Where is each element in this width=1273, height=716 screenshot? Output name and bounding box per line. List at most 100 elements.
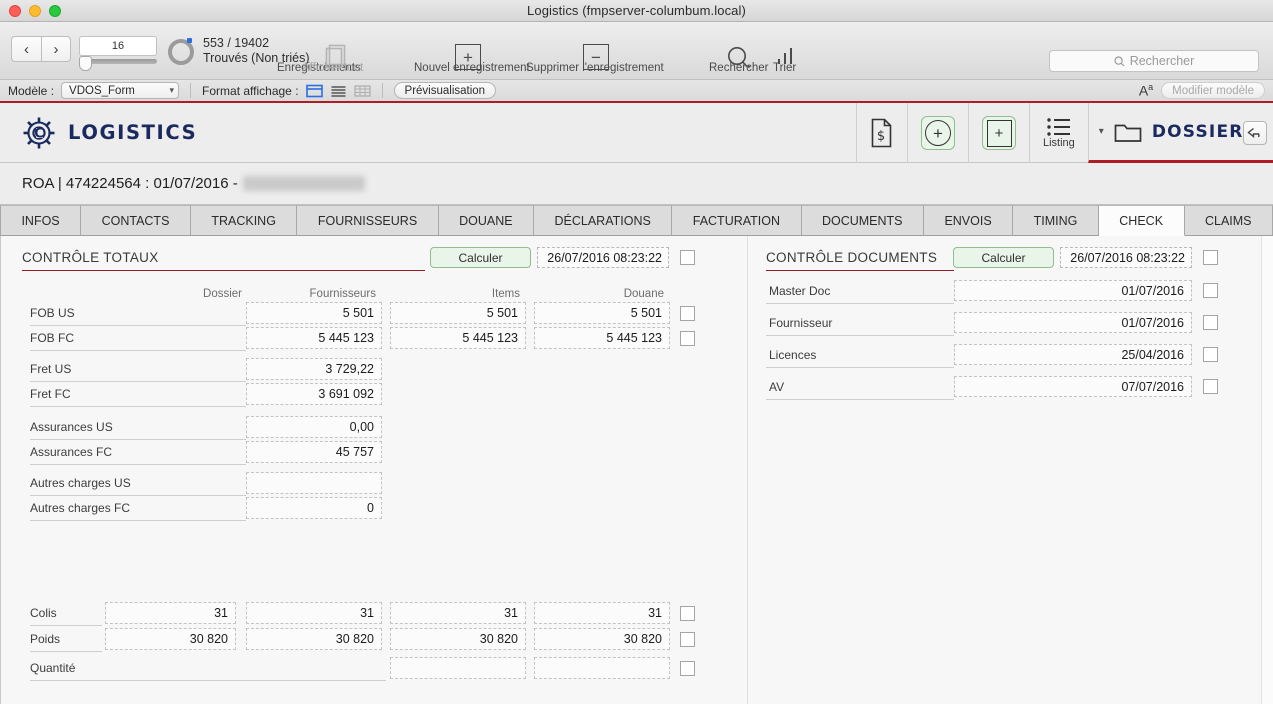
- undo-button[interactable]: [1243, 121, 1267, 145]
- checkbox-fournisseur[interactable]: [1203, 315, 1218, 330]
- search-box[interactable]: Rechercher: [1049, 50, 1259, 72]
- doc-underline: [766, 367, 954, 368]
- field-colis-fournisseurs[interactable]: 31: [246, 602, 382, 624]
- duplicate-record-button-frame: +: [982, 116, 1016, 150]
- checkbox-quantite[interactable]: [680, 661, 695, 676]
- row-label-fob-us: FOB US: [30, 306, 75, 320]
- checkbox-av[interactable]: [1203, 379, 1218, 394]
- field-colis-douane[interactable]: 31: [534, 602, 670, 624]
- previous-record-button[interactable]: ‹: [11, 36, 41, 62]
- tab-envois[interactable]: ENVOIS: [923, 205, 1014, 235]
- doc-field-fournisseur[interactable]: 01/07/2016: [954, 312, 1192, 333]
- layout-select-value: VDOS_Form: [69, 84, 135, 97]
- form-view-icon[interactable]: [305, 84, 323, 98]
- totals-calculate-button[interactable]: Calculer: [430, 247, 531, 268]
- divider: [381, 83, 383, 98]
- undo-arrow-icon: [1247, 127, 1260, 138]
- window-titlebar: Logistics (fmpserver-columbum.local): [0, 0, 1273, 22]
- tab-fournisseurs[interactable]: FOURNISSEURS: [297, 205, 439, 235]
- tab-timing[interactable]: TIMING: [1013, 205, 1099, 235]
- checkbox-master-doc[interactable]: [1203, 283, 1218, 298]
- tab-facturation[interactable]: FACTURATION: [672, 205, 802, 235]
- app-header: C LOGISTICS $ + + Listing ▾ DOSSIERS: [0, 103, 1273, 163]
- field-fret-us-fournisseurs[interactable]: 3 729,22: [246, 358, 382, 380]
- doc-field-licences[interactable]: 25/04/2016: [954, 344, 1192, 365]
- row-underline: [30, 625, 102, 626]
- found-set-pie-icon[interactable]: [168, 37, 194, 65]
- field-autres-charges-us-fournisseurs[interactable]: [246, 472, 382, 494]
- checkbox-licences[interactable]: [1203, 347, 1218, 362]
- row-underline: [30, 680, 386, 681]
- tab-contacts[interactable]: CONTACTS: [81, 205, 191, 235]
- next-record-button[interactable]: ›: [41, 36, 71, 62]
- field-fret-fc-fournisseurs[interactable]: 3 691 092: [246, 383, 382, 405]
- tab-douane[interactable]: DOUANE: [438, 205, 535, 235]
- preview-button[interactable]: Prévisualisation: [393, 82, 497, 99]
- window-title: Logistics (fmpserver-columbum.local): [527, 3, 746, 18]
- field-colis-items[interactable]: 31: [390, 602, 526, 624]
- field-quantite-items[interactable]: [390, 657, 526, 679]
- add-record-button[interactable]: +: [907, 103, 968, 163]
- row-label-fob-fc: FOB FC: [30, 331, 74, 345]
- documents-timestamp-field[interactable]: 26/07/2016 08:23:22: [1060, 247, 1192, 268]
- totals-timestamp-field[interactable]: 26/07/2016 08:23:22: [537, 247, 669, 268]
- invoice-button[interactable]: $: [856, 103, 907, 163]
- duplicate-record-button[interactable]: +: [968, 103, 1029, 163]
- check-panel: CONTRÔLE TOTAUX Calculer 26/07/2016 08:2…: [0, 236, 1273, 704]
- field-poids-dossier[interactable]: 30 820: [105, 628, 236, 650]
- record-title: ROA | 474224564 : 01/07/2016 -: [22, 175, 238, 192]
- field-colis-dossier[interactable]: 31: [105, 602, 236, 624]
- field-fob-us-douane[interactable]: 5 501: [534, 302, 670, 324]
- doc-label-licences: Licences: [769, 348, 817, 362]
- field-fob-us-items[interactable]: 5 501: [390, 302, 526, 324]
- text-format-icon[interactable]: Aa: [1139, 82, 1153, 99]
- doc-field-av[interactable]: 07/07/2016: [954, 376, 1192, 397]
- checkbox-fob-fc[interactable]: [680, 331, 695, 346]
- listing-button[interactable]: Listing: [1029, 103, 1088, 163]
- vertical-scrollbar[interactable]: [1261, 236, 1273, 704]
- tab-declarations[interactable]: DÉCLARATIONS: [534, 205, 673, 235]
- list-view-icon[interactable]: [330, 84, 347, 98]
- new-record-caption: Nouvel enregistrement: [414, 62, 530, 74]
- field-fob-fc-fournisseurs[interactable]: 5 445 123: [246, 327, 382, 349]
- totals-header-checkbox[interactable]: [680, 250, 695, 265]
- table-view-icon[interactable]: [353, 84, 371, 98]
- record-slider-thumb[interactable]: [79, 56, 92, 71]
- layout-select[interactable]: VDOS_Form ▾: [61, 82, 180, 99]
- checkbox-colis[interactable]: [680, 606, 695, 621]
- checkbox-poids[interactable]: [680, 632, 695, 647]
- view-format-label: Format affichage :: [202, 83, 299, 98]
- tab-infos[interactable]: INFOS: [0, 205, 82, 235]
- found-count: 553 / 19402: [203, 36, 270, 50]
- checkbox-fob-us[interactable]: [680, 306, 695, 321]
- row-label-autres-charges-us: Autres charges US: [30, 476, 131, 490]
- field-fob-us-fournisseurs[interactable]: 5 501: [246, 302, 382, 324]
- doc-label-av: AV: [769, 380, 785, 394]
- content-left-border: [0, 236, 1, 704]
- row-underline: [30, 495, 246, 496]
- tab-tracking[interactable]: TRACKING: [190, 205, 298, 235]
- field-poids-fournisseurs[interactable]: 30 820: [246, 628, 382, 650]
- doc-label-master-doc: Master Doc: [769, 284, 831, 298]
- field-assurances-fc-fournisseurs[interactable]: 45 757: [246, 441, 382, 463]
- row-label-assurances-us: Assurances US: [30, 420, 113, 434]
- current-record-input[interactable]: 16: [79, 36, 157, 56]
- field-quantite-douane[interactable]: [534, 657, 670, 679]
- field-poids-items[interactable]: 30 820: [390, 628, 526, 650]
- svg-text:$: $: [877, 129, 885, 144]
- row-underline: [30, 381, 246, 382]
- documents-calculate-button[interactable]: Calculer: [953, 247, 1054, 268]
- field-assurances-us-fournisseurs[interactable]: 0,00: [246, 416, 382, 438]
- documents-header-checkbox[interactable]: [1203, 250, 1218, 265]
- field-poids-douane[interactable]: 30 820: [534, 628, 670, 650]
- tab-check[interactable]: CHECK: [1098, 205, 1185, 236]
- field-autres-charges-fc-fournisseurs[interactable]: 0: [246, 497, 382, 519]
- tab-claims[interactable]: CLAIMS: [1184, 205, 1273, 235]
- edit-layout-button[interactable]: Modifier modèle: [1161, 82, 1265, 99]
- field-fob-fc-douane[interactable]: 5 445 123: [534, 327, 670, 349]
- chevron-down-icon: ▾: [1098, 126, 1104, 137]
- tab-documents[interactable]: DOCUMENTS: [801, 205, 924, 235]
- record-nav-buttons: ‹ ›: [11, 36, 71, 62]
- doc-field-master-doc[interactable]: 01/07/2016: [954, 280, 1192, 301]
- field-fob-fc-items[interactable]: 5 445 123: [390, 327, 526, 349]
